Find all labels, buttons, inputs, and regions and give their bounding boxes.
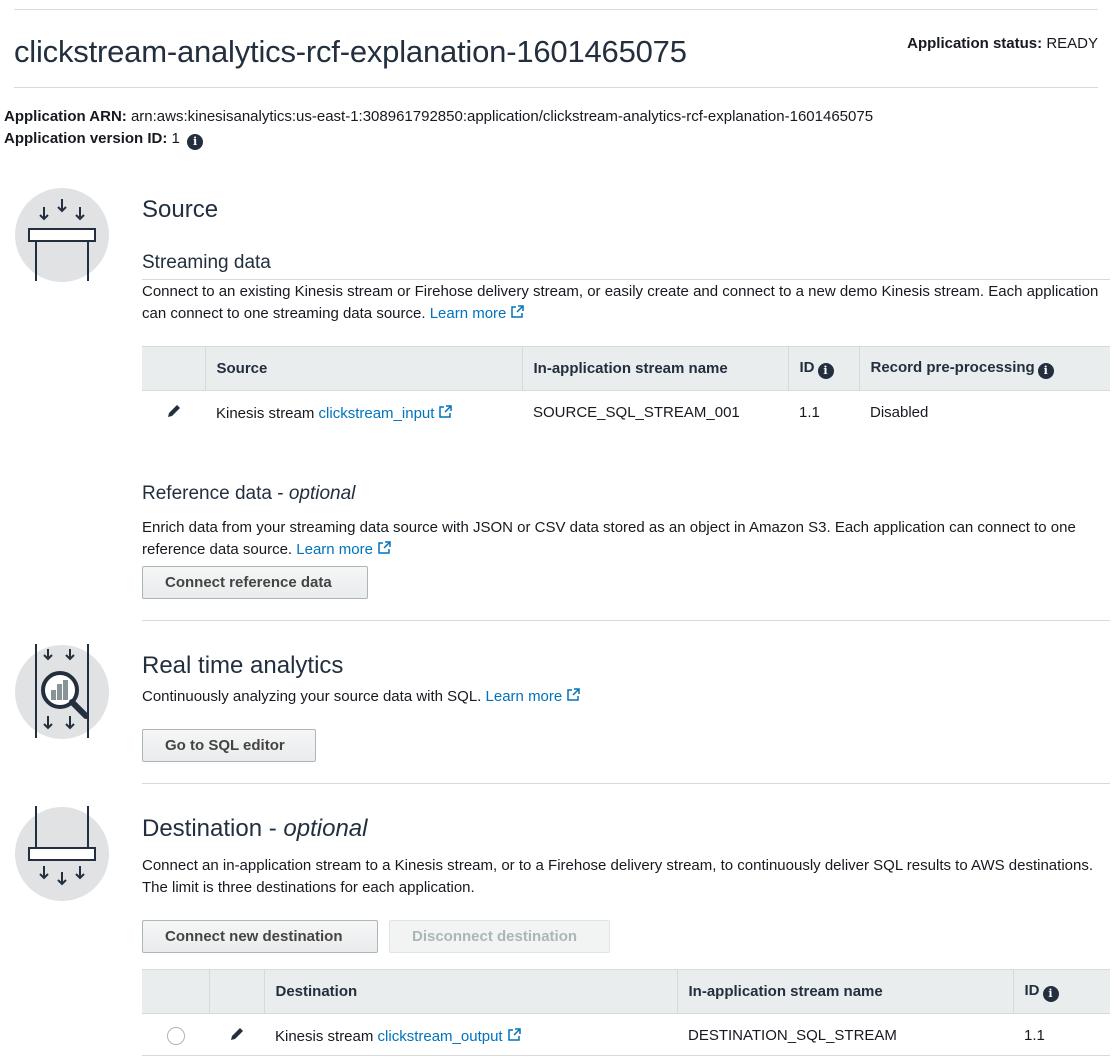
reference-description-text: Enrich data from your streaming data sou…: [142, 519, 1076, 558]
top-divider: [14, 9, 1098, 10]
column-header: ID i: [1012, 969, 1110, 1014]
select-column-header: [142, 969, 209, 1014]
reference-heading-text: Reference data -: [142, 483, 284, 504]
version-label: Application version ID:: [4, 130, 168, 147]
destination-table-header: Destination In-application stream name I…: [142, 969, 1110, 1014]
id-cell: 1.1: [1024, 1027, 1045, 1045]
source-heading: Source: [142, 196, 219, 223]
edit-pencil-icon[interactable]: [229, 1026, 245, 1042]
column-header-label: Record pre-processing: [870, 358, 1035, 376]
column-header: In-application stream name: [521, 346, 788, 391]
source-stream-link-label: clickstream_input: [318, 404, 435, 422]
column-header-label: ID: [799, 358, 815, 376]
table-bottom-divider: [142, 1055, 1110, 1056]
analytics-description-text: Continuously analyzing your source data …: [142, 688, 482, 705]
section-divider: [142, 620, 1110, 621]
analytics-icon: [15, 644, 109, 739]
edit-cell: [209, 1014, 264, 1058]
connect-new-destination-button[interactable]: Connect new destination: [142, 920, 378, 953]
disconnect-destination-button[interactable]: Disconnect destination: [389, 920, 610, 953]
source-table: Source In-application stream name ID i Re…: [142, 346, 1110, 435]
arn-value: arn:aws:kinesisanalytics:us-east-1:30896…: [130, 108, 874, 125]
title-divider: [14, 87, 1098, 88]
streaming-learn-more-link[interactable]: Learn more: [430, 305, 526, 322]
application-version: Application version ID: 1 i: [4, 130, 204, 150]
analytics-heading: Real time analytics: [142, 652, 344, 679]
version-value: 1: [171, 130, 180, 147]
reference-data-heading: Reference data - optional: [142, 483, 355, 505]
streaming-learn-more-label: Learn more: [429, 305, 507, 322]
column-header: Destination: [263, 969, 677, 1014]
connect-reference-data-button[interactable]: Connect reference data: [142, 566, 368, 599]
destination-table: Destination In-application stream name I…: [142, 969, 1110, 1058]
application-status: Application status: READY: [907, 35, 1098, 52]
info-icon[interactable]: i: [187, 134, 204, 150]
streaming-description-text: Connect to an existing Kinesis stream or…: [142, 283, 1099, 322]
external-link-icon: [567, 688, 580, 701]
column-header: ID i: [787, 346, 859, 391]
preprocessing-cell: Disabled: [870, 404, 929, 422]
analytics-description: Continuously analyzing your source data …: [142, 686, 1102, 708]
destination-stream-link-label: clickstream_output: [377, 1027, 503, 1045]
edit-column-header: [208, 969, 264, 1014]
id-cell: 1.1: [799, 404, 820, 422]
reference-learn-more-label: Learn more: [296, 541, 373, 558]
analytics-learn-more-link[interactable]: Learn more: [486, 688, 582, 705]
section-divider: [142, 783, 1110, 784]
info-icon[interactable]: i: [817, 362, 834, 379]
streaming-divider: [142, 279, 1110, 280]
stream-name-cell: SOURCE_SQL_STREAM_001: [533, 404, 740, 422]
external-link-icon: [511, 305, 525, 318]
edit-cell: [142, 391, 205, 435]
stream-name-cell: DESTINATION_SQL_STREAM: [688, 1027, 897, 1045]
destination-cell: Kinesis stream clickstream_output: [264, 1014, 677, 1058]
arn-label: Application ARN:: [4, 108, 127, 125]
optional-tag: optional: [283, 815, 368, 842]
external-link-icon: [507, 1028, 521, 1041]
column-header: Record pre-processing i: [858, 346, 1110, 391]
column-header: Source: [204, 346, 522, 391]
source-prefix: Kinesis stream: [216, 404, 315, 422]
info-icon[interactable]: i: [1037, 362, 1054, 379]
status-value: READY: [1046, 35, 1098, 52]
select-column-header: [142, 346, 205, 391]
source-stream-link[interactable]: clickstream_input: [319, 405, 454, 422]
destination-icon: [15, 806, 109, 901]
source-table-header: Source In-application stream name ID i Re…: [142, 346, 1110, 391]
destination-stream-link[interactable]: clickstream_output: [378, 1028, 522, 1045]
go-to-sql-editor-button[interactable]: Go to SQL editor: [142, 729, 316, 762]
streaming-description: Connect to an existing Kinesis stream or…: [142, 281, 1102, 325]
source-icon: [15, 188, 109, 282]
application-arn: Application ARN: arn:aws:kinesisanalytic…: [4, 108, 873, 125]
destination-prefix: Kinesis stream: [275, 1027, 374, 1045]
optional-tag: optional: [288, 483, 356, 504]
analytics-learn-more-label: Learn more: [485, 688, 563, 705]
reference-learn-more-link[interactable]: Learn more: [296, 541, 392, 558]
destination-heading: Destination - optional: [142, 815, 367, 843]
column-header-label: ID: [1024, 981, 1040, 999]
destination-heading-text: Destination -: [142, 815, 277, 842]
destination-description: Connect an in-application stream to a Ki…: [142, 857, 1093, 896]
reference-description: Enrich data from your streaming data sou…: [142, 517, 1102, 561]
table-row: Kinesis stream clickstream_output DESTIN…: [142, 1014, 1110, 1058]
external-link-icon: [378, 541, 391, 554]
external-link-icon: [439, 405, 453, 418]
streaming-data-heading: Streaming data: [142, 252, 271, 273]
table-row: Kinesis stream clickstream_input SOURCE_…: [142, 391, 1110, 435]
page-title: clickstream-analytics-rcf-explanation-16…: [14, 34, 687, 69]
row-select-radio[interactable]: [166, 1026, 185, 1045]
info-icon[interactable]: i: [1042, 985, 1059, 1002]
edit-pencil-icon[interactable]: [166, 403, 182, 419]
select-cell: [142, 1014, 209, 1058]
status-label: Application status:: [907, 35, 1043, 52]
column-header: In-application stream name: [676, 969, 1013, 1014]
source-cell: Kinesis stream clickstream_input: [205, 391, 522, 435]
